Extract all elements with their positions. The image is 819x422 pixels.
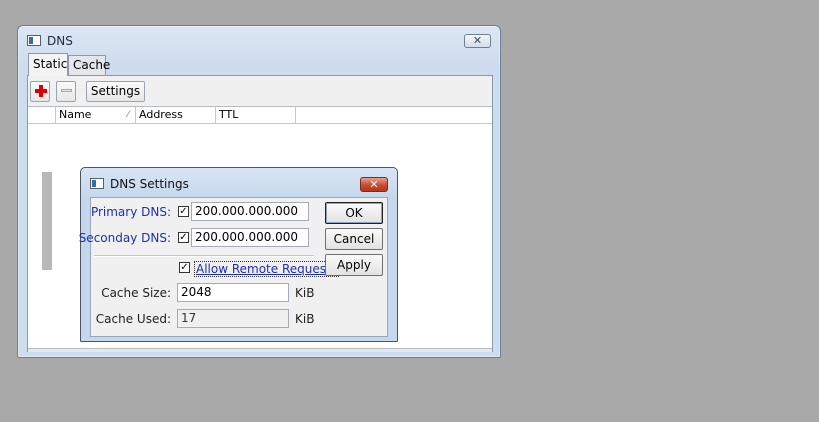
check-icon: ✓ [179, 206, 188, 217]
cache-size-input[interactable]: 2048 [177, 283, 289, 302]
close-icon: ✕ [369, 178, 379, 191]
column-header-filler [296, 107, 492, 124]
dialog-close-button[interactable]: ✕ [360, 177, 388, 192]
column-header-name[interactable]: Name ⁄ [56, 107, 136, 124]
table-footer-bar [28, 348, 492, 352]
secondary-dns-label: Seconday DNS: [78, 231, 171, 245]
tab-cache[interactable]: Cache [68, 55, 110, 75]
secondary-dns-checkbox[interactable]: ✓ [178, 232, 189, 243]
cache-size-label: Cache Size: [101, 286, 171, 300]
primary-dns-checkbox[interactable]: ✓ [178, 206, 189, 217]
column-header-name-label: Name [59, 108, 92, 121]
cache-used-label: Cache Used: [95, 312, 171, 326]
check-icon: ✓ [179, 232, 188, 243]
window-title: DNS [47, 34, 73, 48]
tab-static[interactable]: Static [28, 53, 68, 76]
column-header-address[interactable]: Address [136, 107, 216, 124]
ok-button[interactable]: OK [325, 202, 383, 224]
dialog-separator [94, 255, 314, 257]
dialog-title: DNS Settings [110, 177, 189, 191]
allow-remote-requests-label[interactable]: Allow Remote Requests [194, 261, 339, 277]
plus-icon [35, 85, 47, 97]
settings-button[interactable]: Settings [86, 81, 145, 102]
apply-button[interactable]: Apply [325, 254, 383, 276]
cache-size-unit: KiB [295, 286, 315, 300]
dns-settings-dialog: DNS Settings ✕ Primary DNS: ✓ 200.000.00… [79, 167, 398, 342]
check-icon: ✓ [180, 262, 189, 273]
column-header-ttl[interactable]: TTL [216, 107, 296, 124]
dialog-body: Primary DNS: ✓ 200.000.000.000 Seconday … [79, 197, 388, 337]
secondary-dns-input[interactable]: 200.000.000.000 [191, 228, 309, 247]
allow-remote-checkbox[interactable]: ✓ [179, 262, 190, 273]
primary-dns-label: Primary DNS: [90, 205, 171, 219]
minus-icon [61, 89, 72, 92]
close-icon: ✕ [472, 34, 483, 47]
cancel-button[interactable]: Cancel [325, 228, 383, 250]
add-button[interactable] [30, 81, 50, 102]
sort-indicator-icon: ⁄ [127, 110, 129, 120]
window-icon [27, 35, 41, 46]
cache-used-unit: KiB [295, 312, 315, 326]
primary-dns-input[interactable]: 200.000.000.000 [191, 202, 309, 221]
column-header-blank[interactable] [28, 107, 56, 124]
dialog-window-icon [90, 178, 104, 189]
window-close-button[interactable]: ✕ [464, 34, 491, 48]
cache-used-value: 17 [177, 309, 289, 328]
background-scroll-artifact [42, 172, 52, 270]
remove-button[interactable] [56, 81, 76, 102]
